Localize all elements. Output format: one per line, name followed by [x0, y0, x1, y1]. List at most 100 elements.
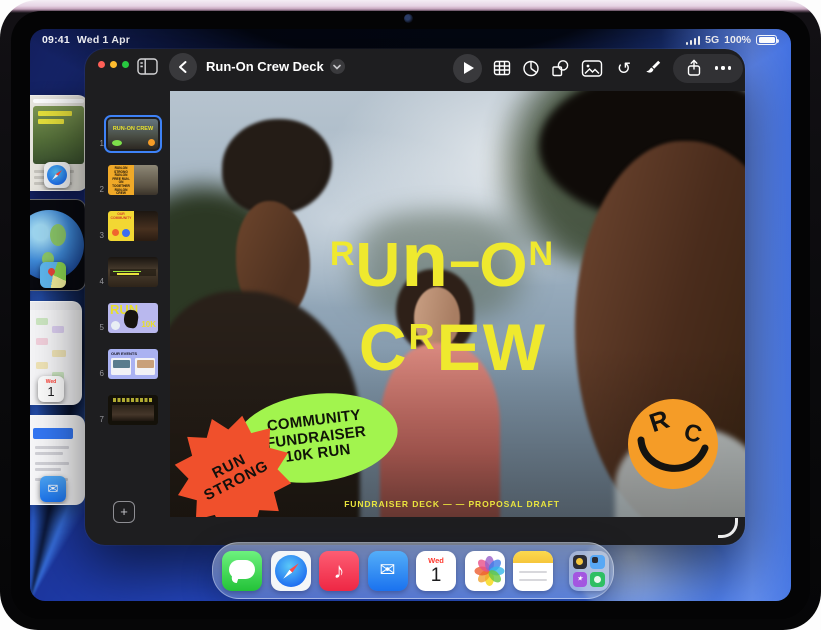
recent-app-safari[interactable] — [30, 95, 88, 191]
dock-app-notes[interactable] — [513, 551, 553, 591]
music-icon: ♪ — [334, 558, 345, 584]
slide-thumbnail-row: 7 — [91, 395, 158, 425]
slide-thumbnail-6[interactable]: OUR EVENTS — [108, 349, 158, 379]
slide-thumbnail-row: 1 RUN-ON CREW — [91, 119, 158, 149]
play-button[interactable] — [453, 54, 482, 83]
rc-smiley-sticker[interactable]: R C — [626, 396, 720, 492]
slide-number: 6 — [91, 369, 104, 379]
recent-app-mail[interactable]: ✉ — [30, 415, 85, 505]
slide-thumbnail-row: 3 OUR COMMUNITY — [91, 211, 158, 241]
add-slide-label: + — [120, 504, 128, 519]
slide-footer-text[interactable]: FUNDRAISER DECK — — PROPOSAL DRAFT — [344, 499, 560, 509]
slide-thumbnail-row: 2 RUN-ON STRONG RUN-ON FREE RUN-ON TOGET… — [91, 165, 158, 195]
notes-icon — [513, 551, 553, 563]
slide-navigator-toggle-icon[interactable] — [135, 57, 159, 76]
calendar-weekday: Wed — [428, 557, 444, 565]
share-icon — [686, 59, 702, 77]
close-button[interactable] — [98, 61, 105, 68]
keynote-window: Run-On Crew Deck — [85, 49, 745, 545]
slide-thumbnail-2[interactable]: RUN-ON STRONG RUN-ON FREE RUN-ON TOGETHE… — [108, 165, 158, 195]
mini-browser-toolbar — [33, 99, 84, 103]
slide-number: 2 — [91, 185, 104, 195]
slide-thumbnail-1[interactable]: RUN-ON CREW — [108, 119, 158, 149]
slide-number: 5 — [91, 323, 104, 333]
mail-icon: ✉ — [380, 559, 396, 582]
window-controls — [98, 61, 129, 68]
slide-navigator: 1 RUN-ON CREW 2 RUN-ON STRONG RUN-ON FRE… — [85, 95, 170, 545]
network-label: 5G — [705, 34, 719, 46]
slide-thumbnail-row: 4 — [91, 257, 158, 287]
dock-app-photos[interactable] — [465, 551, 505, 591]
media-button[interactable] — [580, 59, 604, 77]
slide-thumbnail-3[interactable]: OUR COMMUNITY — [108, 211, 158, 241]
format-brush-icon — [644, 59, 662, 77]
slide-canvas[interactable]: RUn–ON CREW COMMUNITY FUNDRAISER 10K RUN — [170, 91, 745, 517]
back-chevron-icon — [177, 60, 189, 74]
battery-icon — [756, 35, 777, 46]
mail-icon: ✉ — [40, 476, 66, 502]
slide-thumbnail-5[interactable]: RUN 10K — [108, 303, 158, 333]
safari-icon — [275, 555, 307, 587]
chart-icon — [522, 59, 540, 77]
date: Wed 1 Apr — [77, 34, 130, 46]
calendar-day: 1 — [431, 566, 442, 585]
recent-app-calendar[interactable]: Wed 1 — [30, 301, 82, 405]
chart-button[interactable] — [522, 59, 540, 77]
dock-app-music[interactable]: ♪ — [319, 551, 359, 591]
ipad-device: 09:41 Wed 1 Apr 5G 100% — [0, 0, 821, 630]
clock: 09:41 — [42, 34, 70, 46]
minimize-button[interactable] — [110, 61, 117, 68]
share-more-group — [673, 54, 743, 83]
toolbar: ↺ — [453, 53, 743, 83]
undo-button[interactable]: ↺ — [615, 59, 633, 77]
document-title[interactable]: Run-On Crew Deck — [206, 59, 345, 74]
dock-app-safari[interactable] — [271, 551, 311, 591]
add-slide-button[interactable]: + — [113, 501, 135, 523]
maps-icon — [40, 262, 66, 288]
dock-app-messages[interactable] — [222, 551, 262, 591]
front-camera — [404, 14, 413, 23]
mini-selected-message — [33, 428, 73, 439]
dock: ♪ ✉ Wed 1 — [212, 542, 614, 599]
thumb-1-caption: RUN-ON CREW — [112, 126, 154, 132]
app-library-icon — [573, 555, 588, 570]
device-frame: 09:41 Wed 1 Apr 5G 100% — [0, 0, 821, 630]
thumb-2-caption: RUN-ON STRONG RUN-ON FREE RUN-ON TOGETHE… — [111, 167, 131, 195]
dock-app-mail[interactable]: ✉ — [368, 551, 408, 591]
mini-calendar-day: 1 — [47, 385, 54, 398]
recent-app-maps[interactable] — [30, 199, 86, 291]
slide-title-line-1: RUn–ON — [330, 215, 554, 297]
slide-thumbnail-7[interactable] — [108, 395, 158, 425]
calendar-icon: Wed 1 — [38, 376, 64, 402]
slide-number: 1 — [91, 139, 104, 149]
more-button[interactable] — [715, 66, 731, 69]
shapes-button[interactable] — [551, 59, 569, 77]
undo-icon: ↺ — [617, 60, 631, 77]
play-icon — [464, 62, 474, 74]
chevron-down-icon[interactable] — [330, 59, 345, 74]
status-bar-left: 09:41 Wed 1 Apr — [42, 34, 130, 46]
window-resize-handle[interactable] — [718, 518, 738, 538]
share-button[interactable] — [685, 59, 703, 77]
slide-thumbnail-row: 5 RUN 10K — [91, 303, 158, 333]
slide-title[interactable]: RUn–ON CREW — [330, 215, 554, 387]
dock-app-library[interactable] — [569, 551, 609, 591]
thumb-3-caption: OUR COMMUNITY — [110, 213, 132, 221]
shapes-icon — [551, 59, 569, 77]
run-strong-sticker[interactable]: RUN STRONG — [172, 413, 294, 517]
slide-thumbnail-4[interactable] — [108, 257, 158, 287]
table-icon — [493, 59, 511, 77]
table-button[interactable] — [493, 59, 511, 77]
slide-number: 4 — [91, 277, 104, 287]
zoom-button[interactable] — [122, 61, 129, 68]
slide-number: 7 — [91, 415, 104, 425]
format-brush-button[interactable] — [644, 59, 662, 77]
status-bar-right: 5G 100% — [686, 34, 777, 46]
dock-app-calendar[interactable]: Wed 1 — [416, 551, 456, 591]
document-title-label: Run-On Crew Deck — [206, 59, 324, 74]
cellular-signal-icon — [686, 35, 701, 45]
battery-percent: 100% — [724, 34, 751, 46]
rc-smiley-icon: R C — [626, 396, 720, 492]
thumb-5-caption-2: 10K — [141, 320, 156, 329]
back-button[interactable] — [169, 53, 197, 81]
